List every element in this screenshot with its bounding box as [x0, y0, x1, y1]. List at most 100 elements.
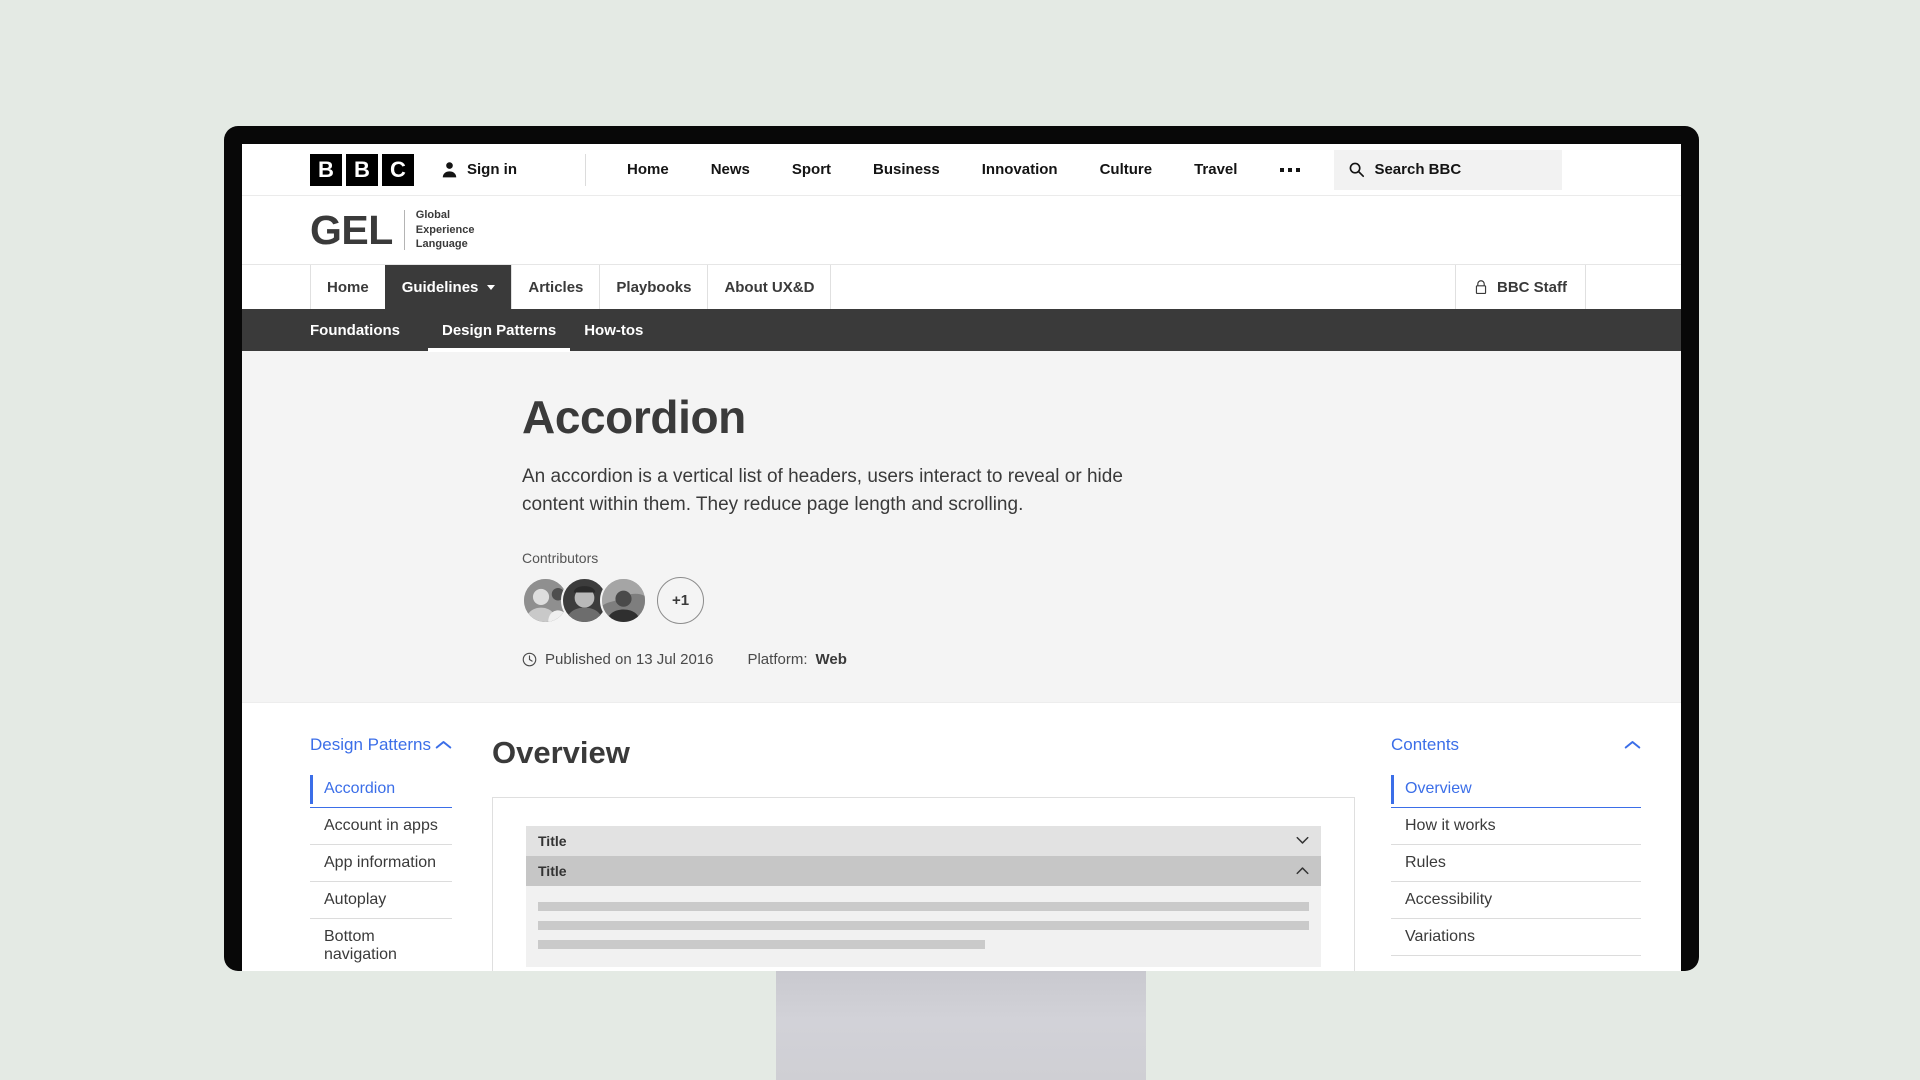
- sign-in-button[interactable]: Sign in: [440, 160, 517, 179]
- sidebar-item-label[interactable]: App information: [310, 845, 452, 882]
- contributor-avatars: +1: [522, 576, 1342, 624]
- platform-label: Platform:: [747, 650, 808, 668]
- chevron-down-icon: [487, 284, 496, 290]
- gel-logo-divider: [403, 210, 405, 250]
- tab-guidelines[interactable]: Guidelines: [384, 265, 513, 309]
- contents-item-label[interactable]: Overview: [1391, 771, 1641, 808]
- accordion-row-collapsed[interactable]: Title: [526, 825, 1321, 856]
- tab-home[interactable]: Home: [310, 265, 386, 309]
- tab-playbooks[interactable]: Playbooks: [599, 265, 709, 309]
- contents-item-accessibility[interactable]: Accessibility: [1391, 882, 1681, 919]
- bbc-nav-culture[interactable]: Culture: [1079, 161, 1174, 178]
- tab-about-uxd[interactable]: About UX&D: [707, 265, 832, 309]
- section-title-overview: Overview: [492, 734, 630, 770]
- accordion-row-title: Title: [538, 832, 567, 849]
- right-sidebar-list: Overview How it works Rules Accessibilit…: [1391, 771, 1681, 956]
- bbc-nav-business[interactable]: Business: [852, 161, 961, 178]
- published-date-text: Published on 13 Jul 2016: [545, 650, 714, 668]
- lock-icon: [1474, 279, 1488, 295]
- main-content: Overview Title Title: [492, 735, 1391, 971]
- more-menu-icon[interactable]: [1258, 167, 1322, 172]
- clock-icon: [522, 652, 537, 667]
- accordion-row-expanded[interactable]: Title: [526, 855, 1321, 886]
- desktop-background: B B C Sign in Home News Sport Business I…: [0, 0, 1920, 1080]
- bbc-staff-button[interactable]: BBC Staff: [1455, 265, 1586, 309]
- bbc-logo[interactable]: B B C: [310, 153, 414, 186]
- sidebar-item-accordion[interactable]: Accordion: [310, 771, 492, 808]
- gel-logo-subtitle: Global Experience Language: [416, 208, 475, 252]
- placeholder-bar: [538, 901, 1309, 911]
- chevron-up-icon[interactable]: [1624, 739, 1641, 750]
- dot: [1288, 167, 1293, 172]
- left-sidebar: Design Patterns Accordion Account in app…: [242, 735, 492, 971]
- sidebar-item-bottom-navigation[interactable]: Bottom navigation: [310, 919, 492, 971]
- sidebar-item-label[interactable]: Account in apps: [310, 808, 452, 845]
- gel-logo[interactable]: GEL Global Experience Language: [310, 208, 475, 252]
- sidebar-item-account-in-apps[interactable]: Account in apps: [310, 808, 492, 845]
- publication-meta: Published on 13 Jul 2016 Platform: Web: [522, 651, 1342, 668]
- dot: [1280, 167, 1285, 172]
- contents-item-rules[interactable]: Rules: [1391, 845, 1681, 882]
- accordion-demo-card: Title Title: [492, 796, 1355, 971]
- gel-subtitle-line: Global: [415, 209, 451, 222]
- placeholder-bar: [538, 939, 986, 949]
- additional-contributors-badge[interactable]: +1: [657, 576, 704, 624]
- contents-item-overview[interactable]: Overview: [1391, 771, 1681, 808]
- bbc-top-nav: Home News Sport Business Innovation Cult…: [606, 161, 1322, 178]
- contributors-label: Contributors: [522, 549, 599, 566]
- bbc-staff-label: BBC Staff: [1497, 278, 1567, 296]
- bbc-nav-travel[interactable]: Travel: [1173, 161, 1258, 178]
- sidebar-item-autoplay[interactable]: Autoplay: [310, 882, 492, 919]
- contents-item-label[interactable]: Rules: [1391, 845, 1641, 882]
- page-hero: Accordion An accordion is a vertical lis…: [242, 351, 1681, 703]
- browser-viewport: B B C Sign in Home News Sport Business I…: [242, 144, 1681, 971]
- search-icon: [1348, 161, 1365, 178]
- page-title: Accordion: [522, 391, 746, 443]
- accordion-row-title: Title: [538, 862, 567, 879]
- gel-subtitle-line: Language: [415, 238, 468, 251]
- sidebar-item-app-information[interactable]: App information: [310, 845, 492, 882]
- chevron-up-icon[interactable]: [435, 739, 452, 750]
- contents-item-label[interactable]: Variations: [1391, 919, 1641, 956]
- left-sidebar-title: Design Patterns: [310, 734, 431, 754]
- tab-bar-tail: [1586, 265, 1681, 309]
- gel-logo-word: GEL: [310, 206, 393, 253]
- search-bbc-label: Search BBC: [1374, 161, 1462, 178]
- tab-articles[interactable]: Articles: [511, 265, 601, 309]
- monitor-stand: [776, 971, 1146, 1080]
- gel-masthead: GEL Global Experience Language: [242, 196, 1681, 265]
- bbc-global-bar: B B C Sign in Home News Sport Business I…: [242, 144, 1681, 196]
- published-date: Published on 13 Jul 2016: [522, 651, 713, 668]
- nav-divider: [585, 153, 586, 186]
- placeholder-bar: [538, 920, 1309, 930]
- search-bbc-button[interactable]: Search BBC: [1334, 149, 1563, 190]
- right-sidebar-title: Contents: [1391, 734, 1460, 754]
- chevron-down-icon: [1296, 836, 1309, 845]
- bbc-nav-home[interactable]: Home: [606, 161, 690, 178]
- contents-item-label[interactable]: How it works: [1391, 808, 1641, 845]
- avatar[interactable]: [600, 576, 647, 624]
- bbc-logo-letter: B: [310, 153, 342, 186]
- bbc-nav-news[interactable]: News: [690, 161, 771, 178]
- sidebar-item-label[interactable]: Accordion: [310, 771, 452, 808]
- contents-item-label[interactable]: Accessibility: [1391, 882, 1641, 919]
- monitor-bezel: B B C Sign in Home News Sport Business I…: [224, 126, 1699, 971]
- bbc-nav-sport[interactable]: Sport: [771, 161, 852, 178]
- page-description: An accordion is a vertical list of heade…: [522, 466, 1123, 516]
- right-sidebar: Contents Overview How it works Rules Acc…: [1391, 735, 1681, 971]
- bbc-nav-innovation[interactable]: Innovation: [961, 161, 1079, 178]
- contents-item-how-it-works[interactable]: How it works: [1391, 808, 1681, 845]
- bbc-logo-letter: B: [346, 153, 378, 186]
- right-sidebar-header[interactable]: Contents: [1391, 735, 1681, 755]
- platform-value: Web: [815, 650, 847, 668]
- person-icon: [440, 160, 459, 179]
- subnav-design-patterns[interactable]: Design Patterns: [428, 309, 571, 352]
- contents-item-variations[interactable]: Variations: [1391, 919, 1681, 956]
- subnav-how-tos[interactable]: How-tos: [570, 309, 657, 351]
- sidebar-item-label[interactable]: Autoplay: [310, 882, 452, 919]
- accordion-panel-body: [526, 885, 1321, 967]
- sidebar-item-label[interactable]: Bottom navigation: [310, 919, 452, 971]
- subnav-foundations[interactable]: Foundations: [310, 309, 414, 351]
- page-content: Design Patterns Accordion Account in app…: [242, 702, 1681, 971]
- left-sidebar-header[interactable]: Design Patterns: [310, 735, 492, 755]
